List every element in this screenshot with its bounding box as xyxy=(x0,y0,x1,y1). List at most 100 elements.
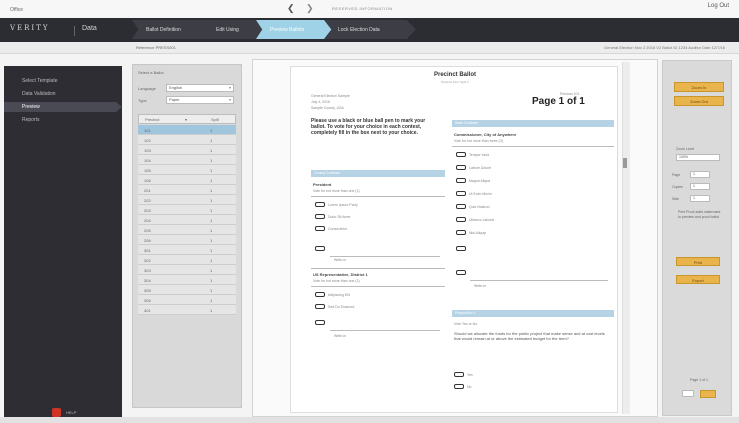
table-row[interactable]: 305 1 xyxy=(138,285,236,295)
zoom-in-button[interactable]: Zoom In xyxy=(674,82,724,92)
write-in-option[interactable] xyxy=(315,320,328,325)
table-row[interactable]: 303 1 xyxy=(138,265,236,275)
vote-box[interactable] xyxy=(456,204,466,209)
sort-icon[interactable]: ▾ xyxy=(185,117,187,122)
page-input[interactable]: 1 xyxy=(690,171,710,178)
vote-box[interactable] xyxy=(456,152,466,157)
scrollbar-thumb[interactable] xyxy=(623,158,627,168)
table-row[interactable]: 103 1 xyxy=(138,145,236,155)
ballot-option[interactable]: Lorem Ipsum Party xyxy=(315,202,358,207)
table-row[interactable]: 106 1 xyxy=(138,175,236,185)
split-cell: 1 xyxy=(210,138,213,143)
vote-box[interactable] xyxy=(456,230,466,235)
contest-header: County Contests xyxy=(311,170,445,177)
vote-box[interactable] xyxy=(456,246,466,251)
vote-box[interactable] xyxy=(456,165,466,170)
table-row[interactable]: 104 1 xyxy=(138,155,236,165)
step-preview-ballots[interactable]: Preview Ballots xyxy=(256,20,334,39)
step-ballot-definition[interactable]: Ballot Definition xyxy=(132,20,212,39)
pager-prev-button[interactable] xyxy=(682,390,694,397)
language-select[interactable]: English ▾ xyxy=(166,84,234,92)
ballot-option[interactable]: Magna Aliqua xyxy=(456,178,490,183)
chevron-right-icon[interactable]: ❯ xyxy=(306,3,314,14)
ballot-option[interactable]: Sed Do Eiusmod xyxy=(315,304,354,309)
split-cell: 1 xyxy=(210,288,213,293)
table-row[interactable]: 201 1 xyxy=(138,185,236,195)
vote-box[interactable] xyxy=(315,246,325,251)
ballot-option[interactable]: Quis Nostrud xyxy=(456,204,489,209)
sidebar-item-select-template[interactable]: Select Template xyxy=(22,78,57,84)
divider xyxy=(311,286,445,287)
vote-box[interactable] xyxy=(315,304,325,309)
sidebar-item-reports[interactable]: Reports xyxy=(22,117,40,123)
table-row[interactable]: 101 1 xyxy=(138,125,236,135)
sidebar-item-preview[interactable]: Preview xyxy=(22,104,40,110)
vote-box[interactable] xyxy=(315,320,325,325)
write-in-option[interactable] xyxy=(456,246,469,251)
table-row[interactable]: 102 1 xyxy=(138,135,236,145)
vote-box[interactable] xyxy=(456,217,466,222)
zoom-out-button[interactable]: Zoom Out xyxy=(674,96,724,106)
step-label: Edit Using xyxy=(216,26,239,33)
table-row[interactable]: 202 1 xyxy=(138,195,236,205)
ballot-option[interactable]: Dolor Sit Amet xyxy=(315,214,350,219)
table-row[interactable]: 203 1 xyxy=(138,205,236,215)
vote-box[interactable] xyxy=(315,226,325,231)
logout-link[interactable]: Log Out xyxy=(708,3,729,9)
ballot-option[interactable]: Tempor Incid xyxy=(456,152,489,157)
ballot-option[interactable]: Consectetur xyxy=(315,226,347,231)
split-cell: 1 xyxy=(210,268,213,273)
vote-box[interactable] xyxy=(315,292,325,297)
ballot-option[interactable]: No xyxy=(454,384,471,389)
write-in-option[interactable] xyxy=(315,246,328,251)
vote-box[interactable] xyxy=(454,372,464,377)
table-row[interactable]: 304 1 xyxy=(138,275,236,285)
vote-box[interactable] xyxy=(315,214,325,219)
precinct-cell: 203 xyxy=(144,208,151,213)
reference-text: Reference PRESS001 xyxy=(136,45,176,50)
precinct-cell: 401 xyxy=(144,308,151,313)
column-header-split[interactable]: Split xyxy=(211,117,219,122)
table-row[interactable]: 302 1 xyxy=(138,255,236,265)
ballot-option[interactable]: Ut Enim Minim xyxy=(456,191,492,196)
ballot-option[interactable]: Nisi Aliquip xyxy=(456,230,486,235)
table-row[interactable]: 204 1 xyxy=(138,215,236,225)
help-icon[interactable] xyxy=(52,408,61,417)
column-header-precinct[interactable]: Precinct xyxy=(145,117,159,122)
table-row[interactable]: 205 1 xyxy=(138,225,236,235)
ballot-option[interactable]: Ullamco Laboris xyxy=(456,217,494,222)
viewer-scrollbar[interactable] xyxy=(622,62,630,414)
write-in-option[interactable] xyxy=(456,270,469,275)
sidebar-item-data-validation[interactable]: Data Validation xyxy=(22,91,56,97)
table-row[interactable]: 105 1 xyxy=(138,165,236,175)
step-edit-using[interactable]: Edit Using xyxy=(202,20,266,39)
option-label: Magna Aliqua xyxy=(469,178,491,183)
print-button[interactable]: Print xyxy=(676,257,720,266)
table-row[interactable]: 401 1 xyxy=(138,305,236,315)
ballot-option[interactable]: Labore Dolore xyxy=(456,165,491,170)
type-select[interactable]: Paper ▾ xyxy=(166,96,234,104)
ballot-option[interactable]: Yes xyxy=(454,372,473,377)
ballot-option[interactable]: Adipiscing Elit xyxy=(315,292,350,297)
zoom-input[interactable]: 100% xyxy=(676,154,720,161)
step-lock-election-data[interactable]: Lock Election Data xyxy=(324,20,416,39)
page-label: Page xyxy=(672,173,681,177)
table-row[interactable]: 301 1 xyxy=(138,245,236,255)
side-input[interactable]: 1 xyxy=(690,195,710,202)
vote-box[interactable] xyxy=(456,191,466,196)
vote-box[interactable] xyxy=(315,202,325,207)
vote-box[interactable] xyxy=(454,384,464,389)
contest-title: President xyxy=(313,182,332,187)
precinct-cell: 102 xyxy=(144,138,151,143)
chevron-left-icon[interactable]: ❮ xyxy=(287,3,295,14)
copies-input[interactable]: 1 xyxy=(690,183,710,190)
precinct-table-header: Precinct ▾ Split xyxy=(138,114,236,124)
export-button[interactable]: Export xyxy=(676,275,720,284)
vote-box[interactable] xyxy=(456,270,466,275)
vote-box[interactable] xyxy=(456,178,466,183)
help-label[interactable]: HELP xyxy=(66,410,76,415)
table-row[interactable]: 306 1 xyxy=(138,295,236,305)
precinct-cell: 201 xyxy=(144,188,151,193)
table-row[interactable]: 206 1 xyxy=(138,235,236,245)
pager-next-button[interactable] xyxy=(700,390,716,398)
